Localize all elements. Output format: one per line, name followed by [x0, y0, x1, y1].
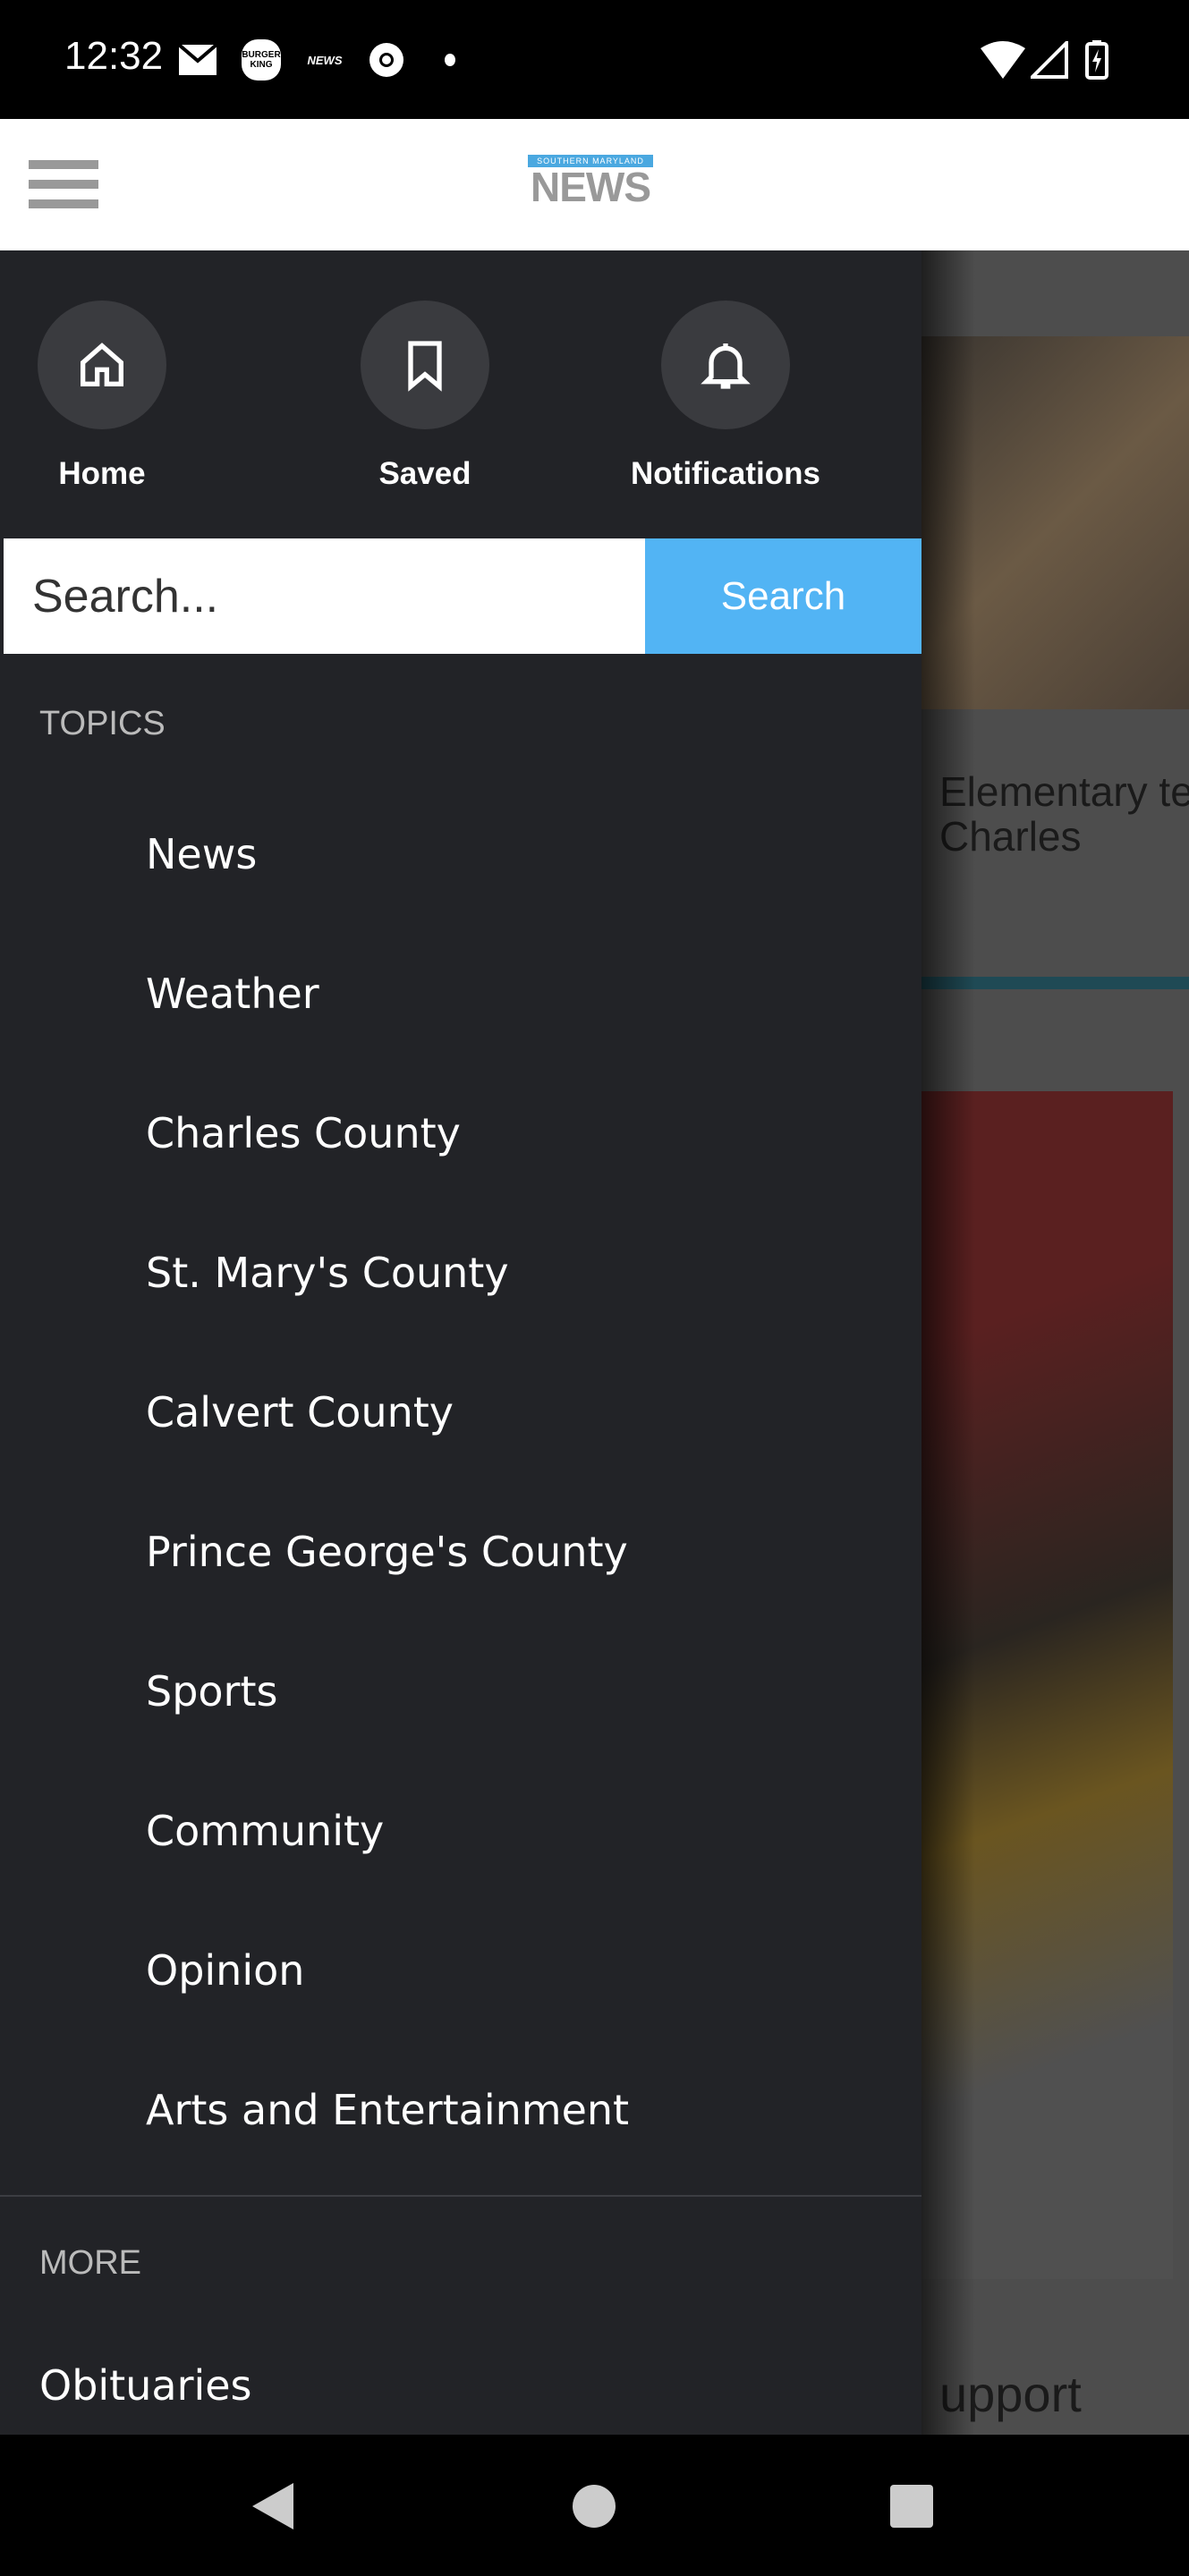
topic-news[interactable]: News: [146, 830, 257, 878]
topic-opinion[interactable]: Opinion: [146, 1946, 304, 1995]
topic-community[interactable]: Community: [146, 1807, 384, 1855]
notifications-button[interactable]: Notifications: [618, 301, 833, 492]
saved-button[interactable]: Saved: [318, 301, 532, 492]
home-nav-button[interactable]: [573, 2485, 616, 2528]
home-icon: [38, 301, 166, 429]
home-button[interactable]: Home: [0, 301, 209, 492]
topic-prince-georges-county[interactable]: Prince George's County: [146, 1528, 628, 1576]
topic-weather[interactable]: Weather: [146, 970, 319, 1018]
system-nav-bar: [0, 2435, 1189, 2576]
more-obituaries[interactable]: Obituaries: [39, 2361, 252, 2410]
back-button[interactable]: [251, 2481, 295, 2536]
dot-icon: [445, 54, 455, 66]
topic-sports[interactable]: Sports: [146, 1667, 277, 1716]
drawer-shadow: [921, 250, 975, 2435]
signal-icon: [1031, 39, 1068, 80]
article-headline: Elementary te: [939, 768, 1189, 815]
mail-icon: [179, 39, 217, 80]
news-app-icon: NEWS: [307, 53, 343, 67]
logo[interactable]: SOUTHERN MARYLAND NEWS: [528, 155, 653, 208]
search-button[interactable]: Search: [645, 538, 921, 654]
app-header: SOUTHERN MARYLAND NEWS: [0, 119, 1189, 250]
more-heading: MORE: [39, 2244, 141, 2282]
topic-st-marys-county[interactable]: St. Mary's County: [146, 1249, 509, 1297]
clock: 12:32: [64, 34, 164, 78]
topic-calvert-county[interactable]: Calvert County: [146, 1388, 454, 1436]
recents-button[interactable]: [890, 2485, 933, 2528]
battery-charging-icon: [1084, 39, 1109, 80]
chrome-icon: [367, 39, 406, 80]
search-input[interactable]: [4, 538, 645, 654]
wifi-icon: [981, 39, 1025, 80]
navigation-drawer: Home Saved Notifications Search TOPICS N…: [0, 250, 921, 2435]
status-bar: 12:32 BURGER KING NEWS: [0, 0, 1189, 119]
bell-icon: [661, 301, 790, 429]
divider: [0, 2195, 921, 2197]
menu-button[interactable]: [18, 146, 107, 226]
bookmark-icon: [361, 301, 489, 429]
topics-heading: TOPICS: [39, 705, 166, 742]
topic-charles-county[interactable]: Charles County: [146, 1109, 461, 1157]
topic-arts-and-entertainment[interactable]: Arts and Entertainment: [146, 2086, 629, 2134]
burger-king-icon: BURGER KING: [242, 39, 281, 80]
